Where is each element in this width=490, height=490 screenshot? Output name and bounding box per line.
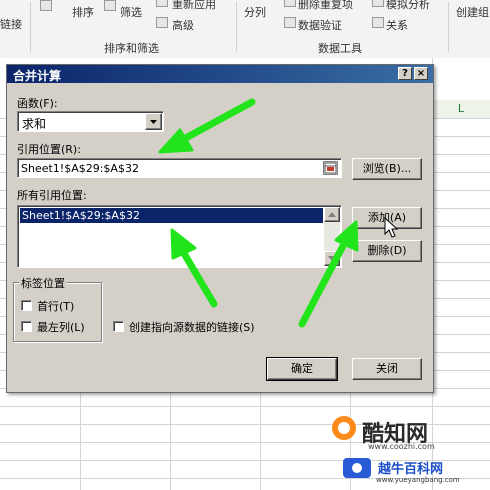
watermark-logo-icon [332,416,356,440]
site-url: www.yueyangbang.com [376,476,460,484]
watermark-url: www.coozhi.com [368,442,435,451]
watermark: 酷知网 www.coozhi.com 越牛百科网 www.yueyangbang… [330,414,488,490]
arrow-to-add-icon [298,220,359,328]
arrow-to-list-icon [170,228,218,308]
site-logo-icon [343,458,371,478]
site-name: 越牛百科网 [378,462,444,477]
arrow-to-reference-icon [158,98,256,154]
